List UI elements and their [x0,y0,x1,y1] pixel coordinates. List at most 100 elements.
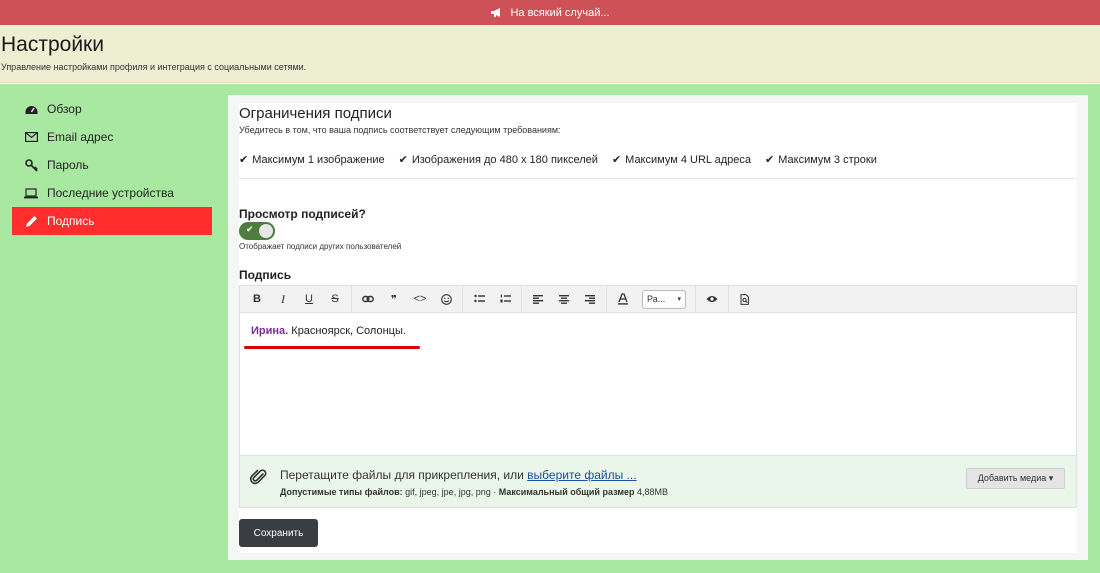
limit-item: ✔ Максимум 4 URL адреса [611,153,752,167]
envelope-icon [24,130,38,144]
signature-content: Ирина. Красноярск, Солонцы. [251,325,406,337]
link-button[interactable] [355,285,381,313]
check-icon: ✔ [611,154,622,166]
align-right-button[interactable] [577,285,603,313]
numbered-list-button[interactable] [492,285,518,313]
announcement-bar[interactable]: На всякий случай... [0,0,1100,25]
align-center-button[interactable] [551,285,577,313]
limits-title: Ограничения подписи [239,105,392,122]
separator-dot: · [493,487,497,497]
settings-sidebar: Обзор Email адрес Пароль Последние устро… [12,95,212,235]
limit-item: ✔ Изображения до 480 x 180 пикселей [398,153,598,167]
text-color-button[interactable] [610,285,636,313]
eye-icon [706,296,718,302]
attachment-area[interactable]: Перетащите файлы для прикрепления, или в… [239,456,1077,508]
quote-button[interactable]: ❞ [381,285,407,313]
bullet-list-button[interactable] [466,285,492,313]
paperclip-icon [250,469,267,485]
signature-editor[interactable]: Ирина. Красноярск, Солонцы. [239,313,1077,456]
file-types-info: Допустимые типы файлов: gif, jpeg, jpe, … [280,487,668,497]
text-color-icon [618,293,628,305]
file-types-value: gif, jpeg, jpe, jpg, png [405,487,491,497]
save-button[interactable]: Сохранить [239,519,318,547]
sidebar-item-email[interactable]: Email адрес [12,123,212,151]
sidebar-item-devices[interactable]: Последние устройства [12,179,212,207]
smiley-button[interactable] [433,285,459,313]
strikethrough-button[interactable]: S [322,285,348,313]
preview-hint: Отображает подписи других пользователей [239,242,402,251]
align-left-button[interactable] [525,285,551,313]
sidebar-item-signature[interactable]: Подпись [12,207,212,235]
dashboard-icon [24,102,38,116]
file-types-label: Допустимые типы файлов: [280,487,403,497]
signature-text: Красноярск, Солонцы. [291,325,406,337]
align-center-icon [559,294,569,304]
choose-files-link[interactable]: выберите файлы ... [527,468,636,482]
limit-item: ✔ Максимум 3 строки [765,153,877,167]
document-search-icon [740,293,749,305]
limit-item: ✔ Максимум 1 изображение [239,153,385,167]
key-icon [24,158,38,172]
toolbar-divider [695,285,696,313]
check-icon: ✔ [246,224,254,234]
toolbar-divider [606,285,607,313]
smiley-icon [440,293,452,305]
code-button[interactable]: <> [407,285,433,313]
max-size-label: Максимальный общий размер [498,487,635,497]
preview-toggle[interactable]: ✔ [239,222,275,240]
sidebar-item-overview[interactable]: Обзор [12,95,212,123]
megaphone-icon [491,8,501,17]
toolbar-divider [521,285,522,313]
bold-button[interactable]: B [244,285,270,313]
sidebar-item-label: Обзор [47,102,82,116]
limits-list: ✔ Максимум 1 изображение ✔ Изображения до … [239,153,877,167]
toolbar-divider [728,285,729,313]
link-icon [362,295,374,303]
check-icon: ✔ [239,154,249,166]
check-icon: ✔ [765,154,775,166]
underline-button[interactable]: U [296,285,322,313]
sidebar-item-label: Подпись [47,214,95,228]
announcement-text: На всякий случай... [510,6,610,19]
signature-label: Подпись [239,268,292,282]
editor-toolbar: B I U S ❞ <> Ра... ▾ [239,285,1077,313]
sidebar-item-label: Email адрес [47,130,114,144]
source-button[interactable] [732,285,758,313]
limit-text: Изображения до 480 x 180 пикселей [411,153,598,166]
content-area: Ограничения подписи Убедитесь в том, что… [228,95,1088,560]
pencil-icon [24,214,38,228]
numbered-list-icon [499,294,511,303]
laptop-icon [24,186,38,200]
align-right-icon [585,294,595,304]
drop-text: Перетащите файлы для прикрепления, или [280,468,524,482]
limits-description: Убедитесь в том, что ваша подпись соотве… [239,125,561,135]
italic-button[interactable]: I [270,285,296,313]
page-title: Настройки [1,33,104,56]
font-size-value: Ра... [647,294,666,304]
page-header: Настройки Управление настройками профиля… [0,25,1100,83]
check-icon: ✔ [398,154,408,166]
sidebar-item-label: Последние устройства [47,186,174,200]
toolbar-divider [462,285,463,313]
highlight-underline [244,346,420,349]
sidebar-item-label: Пароль [47,158,89,172]
signature-name: Ирина. [251,325,289,337]
font-size-select[interactable]: Ра... ▾ [642,289,686,309]
divider [239,178,1077,179]
max-size-value: 4,88MB [637,487,669,497]
limit-text: Максимум 3 строки [778,153,877,166]
preview-button[interactable] [699,285,725,313]
preview-label: Просмотр подписей? [239,207,366,221]
limit-text: Максимум 1 изображение [252,153,385,166]
page-subtitle: Управление настройками профиля и интегра… [1,62,307,72]
drop-zone-text: Перетащите файлы для прикрепления, или в… [280,468,637,482]
sidebar-item-password[interactable]: Пароль [12,151,212,179]
add-media-button[interactable]: Добавить медиа ▾ [966,468,1065,489]
signature-panel: Ограничения подписи Убедитесь в том, что… [239,103,1077,553]
toggle-knob [259,224,273,238]
bullet-list-icon [473,294,485,303]
caret-down-icon: ▾ [677,296,681,303]
align-left-icon [533,294,543,304]
limit-text: Максимум 4 URL адреса [625,153,752,166]
toolbar-divider [351,285,352,313]
